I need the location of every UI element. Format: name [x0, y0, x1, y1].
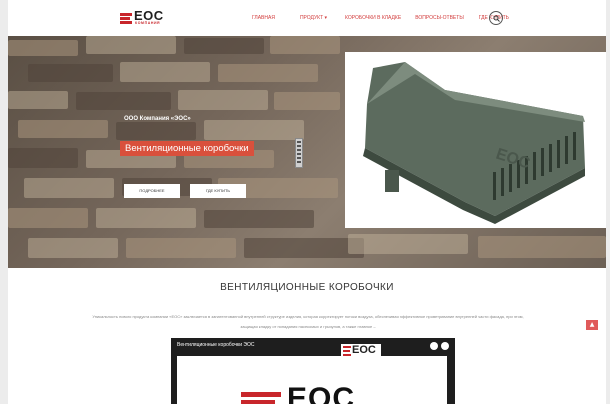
search-icon — [493, 15, 500, 22]
site-logo[interactable]: EOC КОМПАНИЯ — [120, 8, 178, 27]
video-embed[interactable]: Вентиляционные коробочки ЭОС EOC EOC — [171, 338, 455, 404]
section-paragraph: Уникальность нового продукта компании «Е… — [92, 314, 524, 329]
hero-company-name: ООО Компания «ЭОС» — [124, 116, 191, 122]
browser-frame: EOC КОМПАНИЯ ГЛАВНАЯ ПРОДУКТ ▾ КОРОБОЧКИ… — [8, 0, 606, 404]
video-thumbnail-logo: EOC — [287, 382, 356, 404]
main-nav: ГЛАВНАЯ ПРОДУКТ ▾ КОРОБОЧКИ В КЛАДКЕ ВОП… — [252, 15, 509, 21]
hero-banner: ООО Компания «ЭОС» Вентиляционные коробо… — [8, 36, 606, 268]
page: EOC КОМПАНИЯ ГЛАВНАЯ ПРОДУКТ ▾ КОРОБОЧКИ… — [0, 0, 610, 404]
watch-later-icon[interactable] — [430, 342, 438, 350]
chevron-down-icon: ▾ — [324, 15, 328, 21]
nav-item-product[interactable]: ПРОДУКТ ▾ — [300, 15, 327, 21]
hero-title: Вентиляционные коробочки — [120, 141, 254, 156]
site-header: EOC КОМПАНИЯ ГЛАВНАЯ ПРОДУКТ ▾ КОРОБОЧКИ… — [8, 0, 606, 36]
product-photo: EOC — [345, 52, 606, 228]
video-channel-logo-text: EOC — [352, 344, 376, 356]
video-title: Вентиляционные коробочки ЭОС — [177, 342, 255, 348]
nav-item-faq[interactable]: ВОПРОСЫ-ОТВЕТЫ — [415, 15, 464, 21]
search-button[interactable] — [489, 11, 503, 25]
share-icon[interactable] — [441, 342, 449, 350]
video-thumbnail: EOC — [177, 356, 447, 404]
arrow-up-icon: ▲ — [589, 321, 595, 328]
nav-item-product-label: ПРОДУКТ — [299, 15, 324, 21]
vent-in-wall-image — [295, 138, 303, 168]
nav-item-boxes-in-masonry[interactable]: КОРОБОЧКИ В КЛАДКЕ — [345, 15, 401, 21]
logo-subtitle: КОМПАНИЯ — [135, 21, 161, 25]
nav-item-home[interactable]: ГЛАВНАЯ — [252, 15, 275, 21]
scroll-to-top-button[interactable]: ▲ — [586, 320, 598, 330]
where-to-buy-button[interactable]: ГДЕ КУПИТЬ — [190, 184, 246, 198]
section-title: ВЕНТИЛЯЦИОННЫЕ КОРОБОЧКИ — [220, 282, 394, 293]
more-button[interactable]: ПОДРОБНЕЕ — [124, 184, 180, 198]
vent-box-image: EOC — [363, 62, 585, 224]
